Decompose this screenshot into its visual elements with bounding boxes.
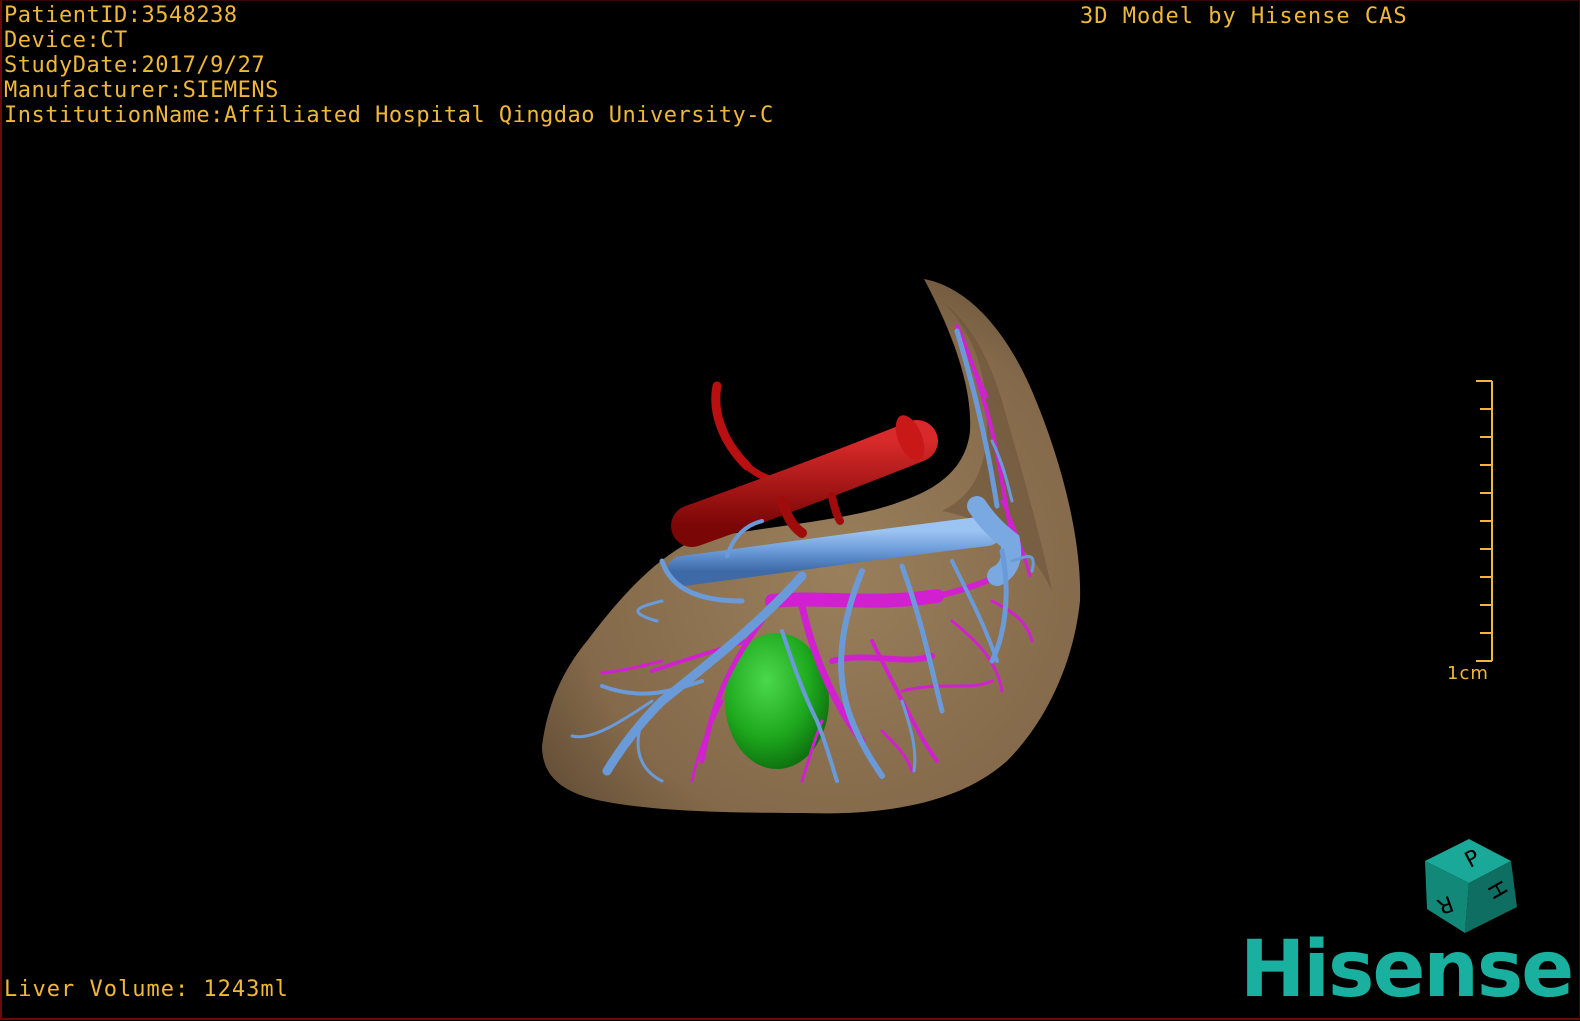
model-credit: 3D Model by Hisense CAS <box>1080 4 1408 29</box>
study-info: PatientID:3548238 Device:CT StudyDate:20… <box>4 3 774 128</box>
scale-label: 1cm <box>1447 663 1489 684</box>
institution-label: InstitutionName:Affiliated Hospital Qing… <box>4 103 774 128</box>
liver-3d-model[interactable] <box>2 1 1580 1021</box>
manufacturer-label: Manufacturer:SIEMENS <box>4 78 279 103</box>
liver-volume-label: Liver Volume: 1243ml <box>4 977 289 1002</box>
device-label: Device:CT <box>4 28 128 53</box>
hisense-logo: Hisense <box>1240 925 1574 1015</box>
scale-bar <box>1476 380 1493 662</box>
3d-viewport[interactable]: PatientID:3548238 Device:CT StudyDate:20… <box>0 0 1580 1020</box>
patient-id-label: PatientID:3548238 <box>4 3 238 28</box>
orientation-cube-icon[interactable]: P H R <box>1417 833 1527 937</box>
study-date-label: StudyDate:2017/9/27 <box>4 53 266 78</box>
